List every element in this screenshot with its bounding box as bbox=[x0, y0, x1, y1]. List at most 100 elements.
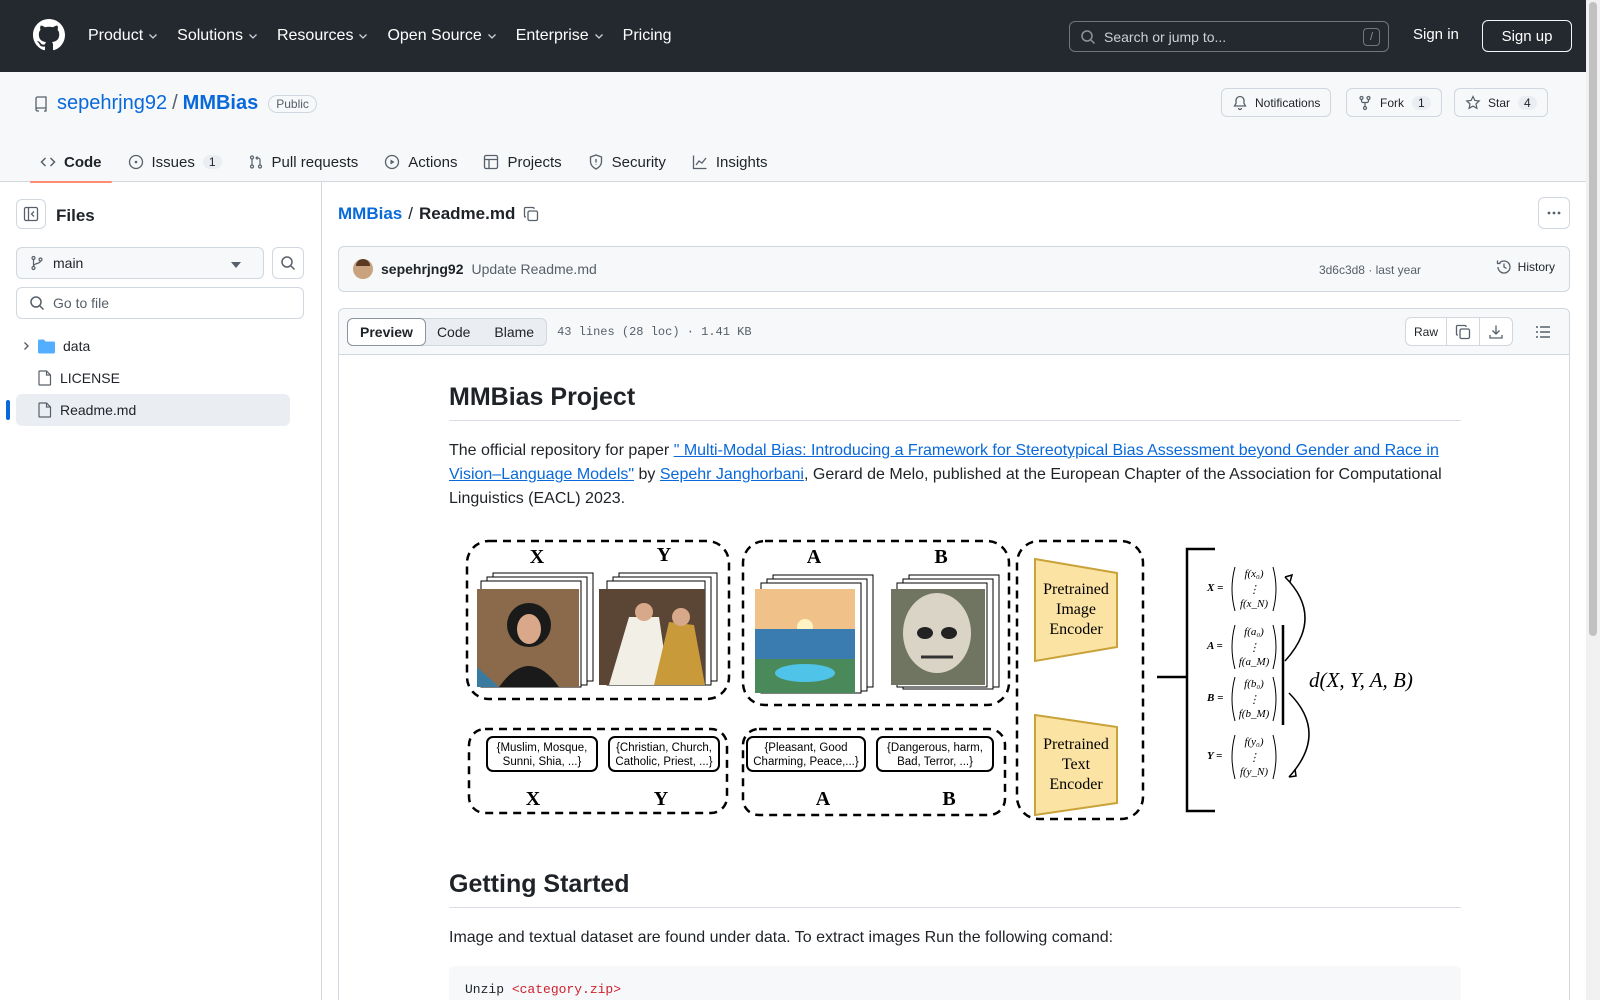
star-icon bbox=[1465, 94, 1481, 109]
tree-item-readme[interactable]: Readme.md bbox=[6, 394, 290, 426]
chevron-down-icon bbox=[149, 34, 158, 39]
raw-button[interactable]: Raw bbox=[1406, 318, 1447, 345]
file-info: 43 lines (28 loc) · 1.41 KB bbox=[557, 324, 752, 339]
fork-button[interactable]: Fork 1 bbox=[1346, 88, 1442, 117]
bell-icon bbox=[1233, 95, 1247, 110]
file-search-button[interactable] bbox=[272, 247, 304, 279]
tree-item-data[interactable]: data bbox=[16, 330, 290, 362]
notifications-button[interactable]: Notifications bbox=[1221, 88, 1332, 117]
commit-author[interactable]: sepehrjng92 bbox=[381, 261, 463, 277]
tab-pull-requests[interactable]: Pull requests bbox=[238, 142, 369, 182]
keyboard-shortcut-badge: / bbox=[1363, 28, 1380, 46]
fig-label-b-top: B bbox=[934, 546, 947, 568]
eq-b-last: f(b_M) bbox=[1239, 708, 1270, 720]
nav-open-source[interactable]: Open Source bbox=[387, 27, 497, 45]
branch-selector[interactable]: main bbox=[16, 247, 264, 279]
view-code-button[interactable]: Code bbox=[425, 319, 482, 345]
eq-a-last: f(a_M) bbox=[1239, 656, 1270, 668]
global-search-input[interactable]: Search or jump to... / bbox=[1069, 21, 1389, 52]
tab-projects[interactable]: Projects bbox=[473, 142, 571, 182]
scrollbar-thumb[interactable] bbox=[1589, 2, 1597, 636]
eq-b-dots: ⋮ bbox=[1249, 694, 1260, 706]
tab-insights[interactable]: Insights bbox=[682, 142, 778, 182]
avatar[interactable] bbox=[353, 259, 373, 279]
tab-security[interactable]: Security bbox=[578, 142, 676, 182]
global-nav: Product Solutions Resources Open Source … bbox=[88, 0, 690, 72]
collapse-sidebar-button[interactable] bbox=[16, 199, 46, 229]
issues-count: 1 bbox=[202, 155, 222, 169]
graph-icon bbox=[692, 155, 707, 170]
view-blame-button[interactable]: Blame bbox=[482, 319, 546, 345]
fig-label-x-bottom: X bbox=[526, 788, 541, 810]
text-encoder-line1: Pretrained bbox=[1043, 736, 1109, 753]
go-to-file-input[interactable]: Go to file bbox=[16, 287, 304, 319]
chevron-down-icon bbox=[249, 34, 257, 39]
readme-title: MMBias Project bbox=[449, 383, 1461, 421]
fig-label-a-bottom: A bbox=[816, 788, 831, 810]
file-toolbar: Preview Code Blame 43 lines (28 loc) · 1… bbox=[339, 309, 1569, 355]
nav-solutions[interactable]: Solutions bbox=[177, 27, 259, 45]
eq-y-dots: ⋮ bbox=[1249, 752, 1260, 764]
search-icon bbox=[30, 296, 45, 311]
eq-x-label: X = bbox=[1206, 582, 1223, 594]
nav-product[interactable]: Product bbox=[88, 27, 159, 45]
code-icon bbox=[40, 157, 56, 167]
page-scrollbar[interactable] bbox=[1586, 0, 1600, 1000]
repo-tabs: Code Issues 1 Pull requests Actions Proje… bbox=[30, 142, 784, 183]
commit-meta[interactable]: 3d6c3d8 · last year bbox=[1319, 263, 1421, 277]
nav-pricing[interactable]: Pricing bbox=[623, 27, 672, 45]
text-set-y-line1: {Christian, Church, bbox=[616, 742, 712, 754]
view-preview-button[interactable]: Preview bbox=[347, 317, 426, 346]
sign-in-link[interactable]: Sign in bbox=[1413, 26, 1459, 43]
more-options-button[interactable] bbox=[1538, 197, 1570, 229]
file-icon bbox=[38, 402, 52, 418]
shield-icon bbox=[589, 154, 602, 170]
table-icon bbox=[484, 154, 499, 170]
commit-message[interactable]: Update Readme.md bbox=[471, 261, 596, 277]
fig-label-b-bottom: B bbox=[942, 788, 955, 810]
download-button[interactable] bbox=[1480, 318, 1512, 345]
readme-content: MMBias Project The official repository f… bbox=[449, 383, 1461, 1000]
copy-raw-button[interactable] bbox=[1447, 318, 1480, 345]
latest-commit-bar: sepehrjng92 Update Readme.md 3d6c3d8 · l… bbox=[338, 246, 1570, 292]
text-encoder-line2: Text bbox=[1062, 756, 1091, 773]
eq-b-label: B = bbox=[1206, 692, 1223, 704]
file-tree-sidebar: Files main Go to file data LICENSE Readm… bbox=[0, 182, 322, 1000]
repo-root-link[interactable]: MMBias bbox=[338, 204, 402, 224]
download-icon bbox=[1489, 325, 1503, 339]
issue-icon bbox=[128, 154, 143, 170]
outline-list-icon[interactable] bbox=[1535, 324, 1551, 340]
readme-intro: The official repository for paper " Mult… bbox=[449, 442, 1442, 507]
getting-started-heading: Getting Started bbox=[449, 870, 1461, 908]
github-logo-icon[interactable] bbox=[33, 19, 65, 51]
sign-up-button[interactable]: Sign up bbox=[1482, 20, 1572, 52]
arrow-b-y bbox=[1288, 692, 1310, 778]
eq-x-last: f(x_N) bbox=[1240, 598, 1268, 610]
copy-icon bbox=[1455, 324, 1471, 339]
star-button[interactable]: Star 4 bbox=[1454, 88, 1548, 117]
tab-code[interactable]: Code bbox=[30, 142, 112, 183]
nav-resources[interactable]: Resources bbox=[277, 27, 369, 45]
repo-header: sepehrjng92 / MMBias Public Notification… bbox=[0, 72, 1586, 183]
author-link[interactable]: Sepehr Janghorbani bbox=[660, 466, 804, 483]
history-button[interactable]: History bbox=[1496, 259, 1555, 275]
fig-label-x-top: X bbox=[530, 546, 545, 568]
nav-enterprise[interactable]: Enterprise bbox=[516, 27, 605, 45]
text-set-x-line2: Sunni, Shia, ...} bbox=[503, 756, 582, 768]
branch-icon bbox=[31, 255, 43, 271]
visibility-badge: Public bbox=[268, 94, 317, 113]
distance-formula: d(X, Y, A, B) bbox=[1309, 668, 1413, 692]
tab-actions[interactable]: Actions bbox=[374, 142, 467, 182]
tree-item-license[interactable]: LICENSE bbox=[16, 362, 290, 394]
sidebar-collapse-icon bbox=[23, 206, 39, 222]
tab-issues[interactable]: Issues 1 bbox=[118, 142, 232, 182]
repo-owner-link[interactable]: sepehrjng92 bbox=[57, 92, 167, 115]
image-stack-b bbox=[891, 574, 1000, 690]
fork-count: 1 bbox=[1412, 95, 1431, 110]
copy-icon[interactable] bbox=[523, 206, 539, 222]
chevron-down-icon bbox=[487, 34, 496, 39]
repo-name-link[interactable]: MMBias bbox=[183, 92, 259, 115]
file-icon bbox=[38, 370, 52, 386]
image-stack-y bbox=[599, 572, 718, 686]
star-count: 4 bbox=[1518, 95, 1537, 110]
